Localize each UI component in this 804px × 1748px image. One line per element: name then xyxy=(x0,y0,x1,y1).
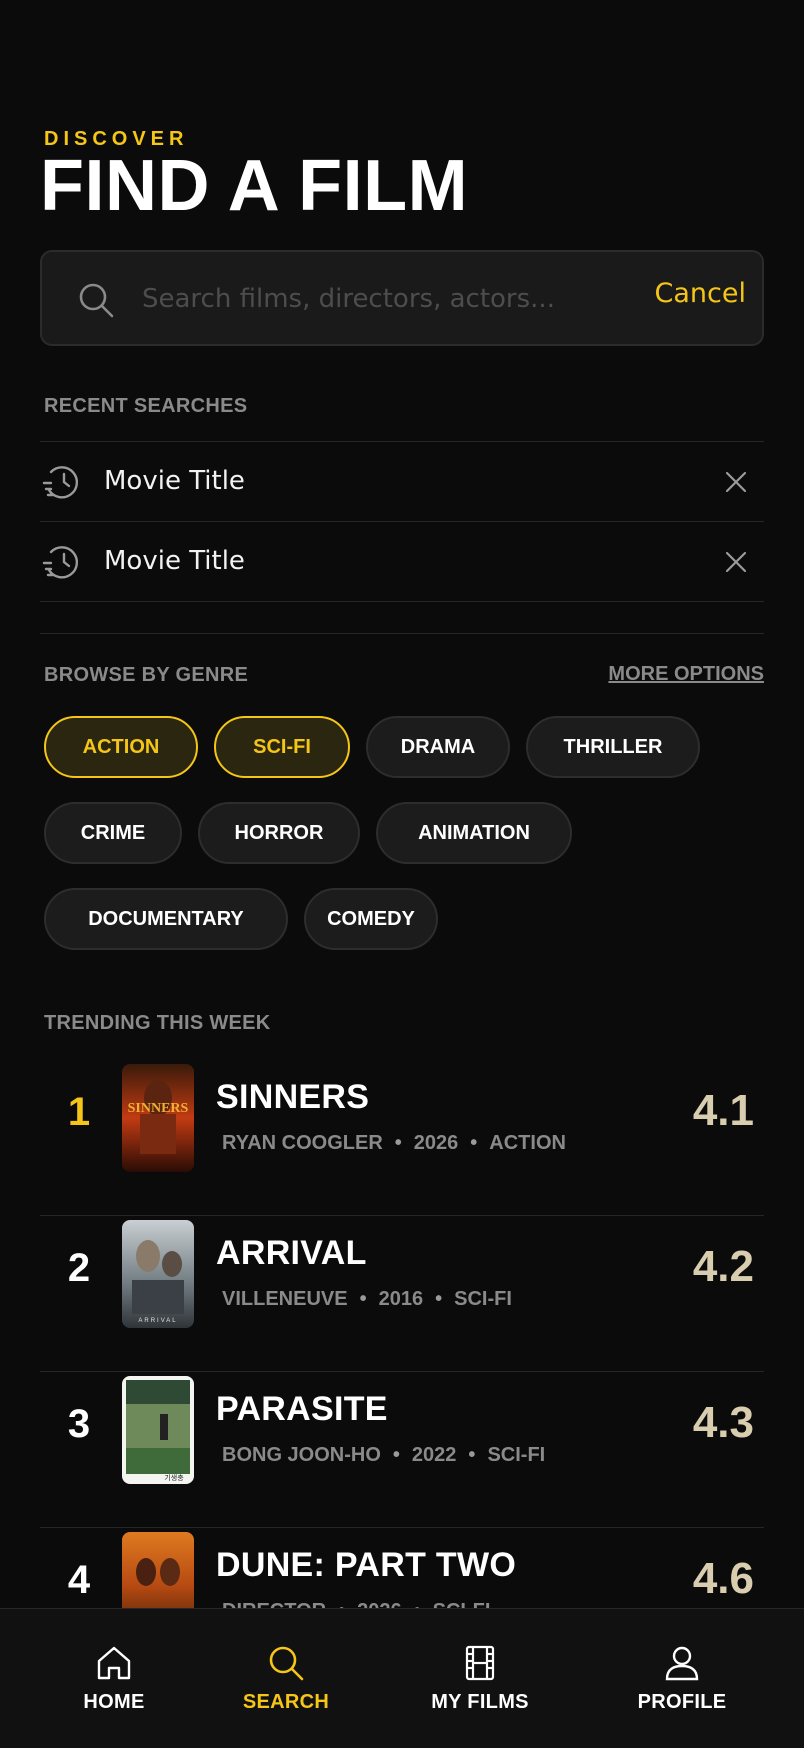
recent-search-title: Movie Title xyxy=(104,546,245,576)
genre-chip-drama[interactable]: DRAMA xyxy=(366,716,510,778)
poster-title: 기생충 xyxy=(164,1473,184,1482)
trending-row[interactable]: 3 기생충 PARASITE BONG JOON-HO • 2022 • SCI-FI … xyxy=(40,1372,764,1528)
nav-my-films-label: MY FILMS xyxy=(431,1691,529,1713)
user-icon xyxy=(665,1646,699,1681)
recent-search-item[interactable]: Movie Title xyxy=(40,522,764,602)
nav-search-label: SEARCH xyxy=(242,1691,330,1713)
film-title: ARRIVAL xyxy=(216,1234,367,1272)
film-rating: 4.6 xyxy=(692,1554,754,1603)
film-poster: SINNERS xyxy=(122,1064,194,1172)
nav-home-label: HOME xyxy=(83,1691,145,1713)
search-input[interactable] xyxy=(142,274,602,324)
history-clock-icon xyxy=(42,466,79,499)
close-icon[interactable] xyxy=(722,468,750,496)
cancel-button[interactable]: Cancel xyxy=(655,278,746,309)
page-title: FIND A FILM xyxy=(40,146,469,226)
genre-chip-comedy[interactable]: COMEDY xyxy=(304,888,438,950)
film-director: BONG JOON-HO xyxy=(222,1444,381,1466)
film-genre: ACTION xyxy=(489,1132,566,1154)
home-icon xyxy=(97,1646,131,1680)
search-icon xyxy=(269,1646,304,1681)
film-director: VILLENEUVE xyxy=(222,1288,348,1310)
rank-number: 1 xyxy=(67,1090,91,1134)
trending-row[interactable]: 1 SINNERS SINNERS RYAN COOGLER • 2026 • ACTI… xyxy=(40,1060,764,1216)
film-meta: RYAN COOGLER • 2026 • ACTION xyxy=(222,1132,566,1154)
recent-searches-label: RECENT SEARCHES xyxy=(44,395,248,417)
film-rating: 4.1 xyxy=(692,1086,754,1135)
rank-number: 2 xyxy=(67,1246,91,1290)
poster-title: SINNERS xyxy=(128,1101,189,1116)
film-year: 2022 xyxy=(411,1444,457,1466)
genre-chip-sci-fi[interactable]: SCI-FI xyxy=(214,716,350,778)
film-strip-icon xyxy=(465,1645,495,1681)
nav-profile[interactable]: PROFILE xyxy=(626,1643,738,1714)
film-rating: 4.2 xyxy=(692,1242,754,1291)
rank-number: 4 xyxy=(67,1558,91,1602)
nav-home[interactable]: HOME xyxy=(64,1643,164,1714)
search-icon xyxy=(79,283,114,318)
trending-row[interactable]: 2 ARRIVAL ARRIVAL VILLENEUVE • 2016 • SCI-FI… xyxy=(40,1216,764,1372)
film-genre: SCI-FI xyxy=(454,1288,512,1310)
bottom-nav: HOME SEARCH MY FILMS PROFILE xyxy=(0,1608,804,1748)
film-rating: 4.3 xyxy=(692,1398,754,1447)
genre-chip-thriller[interactable]: THRILLER xyxy=(526,716,700,778)
film-year: 2016 xyxy=(378,1288,424,1310)
genre-chip-documentary[interactable]: DOCUMENTARY xyxy=(44,888,288,950)
section-divider xyxy=(40,633,764,634)
history-clock-icon xyxy=(42,546,79,579)
nav-profile-label: PROFILE xyxy=(637,1691,727,1713)
nav-my-films[interactable]: MY FILMS xyxy=(420,1643,540,1714)
recent-searches-list: Movie Title Movie Title xyxy=(40,441,764,602)
browse-genre-label: BROWSE BY GENRE xyxy=(44,664,249,686)
film-meta: VILLENEUVE • 2016 • SCI-FI xyxy=(222,1288,512,1310)
recent-search-title: Movie Title xyxy=(104,466,245,496)
film-title: SINNERS xyxy=(216,1078,370,1116)
trending-label: TRENDING THIS WEEK xyxy=(44,1012,271,1034)
genre-chip-crime[interactable]: CRIME xyxy=(44,802,182,864)
film-director: RYAN COOGLER xyxy=(222,1132,383,1154)
rank-number: 3 xyxy=(67,1402,91,1446)
genre-chip-horror[interactable]: HORROR xyxy=(198,802,360,864)
poster-title: ARRIVAL xyxy=(138,1318,177,1324)
film-title: DUNE: PART TWO xyxy=(216,1546,517,1584)
nav-search[interactable]: SEARCH xyxy=(230,1643,342,1714)
more-options-link[interactable]: MORE OPTIONS xyxy=(608,663,764,686)
film-year: 2026 xyxy=(413,1132,459,1154)
film-genre: SCI-FI xyxy=(487,1444,546,1466)
close-icon[interactable] xyxy=(722,548,750,576)
genre-chip-animation[interactable]: ANIMATION xyxy=(376,802,572,864)
search-bar: Cancel xyxy=(40,250,764,346)
film-poster: 기생충 xyxy=(122,1376,194,1484)
recent-search-item[interactable]: Movie Title xyxy=(40,442,764,522)
film-meta: BONG JOON-HO • 2022 • SCI-FI xyxy=(222,1444,546,1466)
genre-chip-action[interactable]: ACTION xyxy=(44,716,198,778)
film-title: PARASITE xyxy=(216,1390,388,1428)
film-poster: ARRIVAL xyxy=(122,1220,194,1328)
